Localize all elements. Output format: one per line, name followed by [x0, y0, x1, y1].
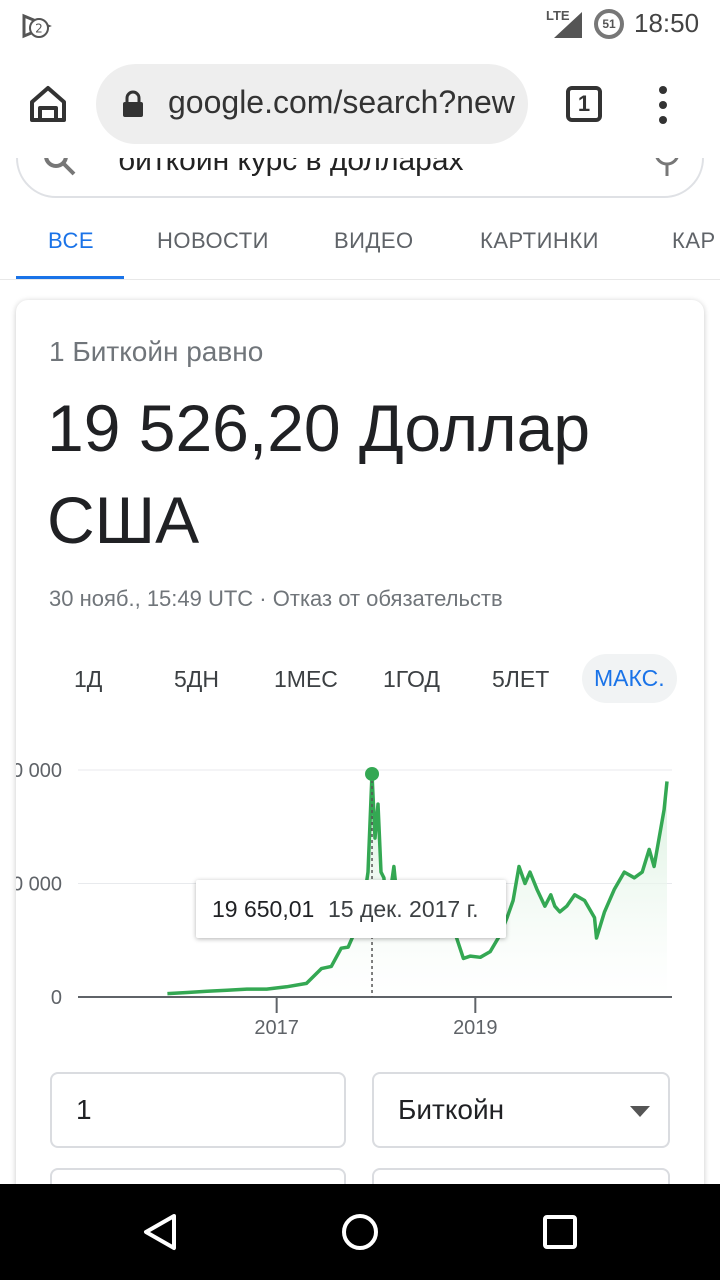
tooltip-value: 19 650,01: [212, 896, 315, 922]
x-tick-label: 2019: [453, 1017, 498, 1039]
notification-badge-icon: 2: [22, 13, 52, 39]
tab-maps[interactable]: КАР: [672, 228, 716, 254]
battery-icon: 51: [594, 9, 624, 39]
search-tabs: ВСЕ НОВОСТИ ВИДЕО КАРТИНКИ КАР: [0, 200, 720, 280]
range-1y[interactable]: 1ГОД: [383, 666, 440, 693]
tab-switcher-button[interactable]: 1: [566, 86, 602, 122]
range-max[interactable]: МАКС.: [582, 654, 677, 703]
range-selector: 1Д 5ДН 1МЕС 1ГОД 5ЛЕТ МАКС.: [16, 652, 704, 704]
search-strip: биткойн курс в долларах: [0, 158, 720, 200]
y-tick-label: 10 000: [16, 874, 62, 896]
signal-icon: [554, 12, 582, 38]
tab-images[interactable]: КАРТИНКИ: [480, 228, 599, 254]
home-nav-icon[interactable]: [340, 1212, 380, 1252]
back-icon[interactable]: [140, 1212, 180, 1252]
tooltip-date: 15 дек. 2017 г.: [328, 896, 479, 922]
range-5y[interactable]: 5ЛЕТ: [492, 666, 549, 693]
svg-text:2: 2: [35, 22, 43, 36]
converter-timestamp: 30 нояб., 15:49 UTC · Отказ от обязатель…: [49, 586, 503, 611]
amount-input[interactable]: 1: [50, 1072, 346, 1148]
x-tick-label: 2017: [254, 1017, 299, 1039]
clock: 18:50: [634, 8, 700, 38]
range-1m[interactable]: 1МЕС: [274, 666, 338, 693]
status-bar: 2 LTE 51 18:50: [0, 0, 720, 52]
browser-toolbar: google.com/search?new 1: [0, 52, 720, 158]
home-icon[interactable]: [26, 82, 70, 126]
url-text: google.com/search?new: [168, 84, 515, 120]
converter-lead: 1 Биткойн равно: [49, 336, 264, 367]
search-icon[interactable]: [42, 158, 78, 178]
currency-converter-card: 1 Биткойн равно 19 526,20 Доллар США 30 …: [16, 300, 704, 1208]
range-5d[interactable]: 5ДН: [174, 666, 219, 693]
voice-search-icon[interactable]: [652, 158, 682, 178]
system-nav-bar: [0, 1184, 720, 1280]
currency-select[interactable]: Биткойн: [372, 1072, 670, 1148]
address-bar[interactable]: google.com/search?new: [96, 64, 528, 144]
tab-news[interactable]: НОВОСТИ: [157, 228, 269, 254]
dropdown-arrow-icon: [630, 1106, 650, 1117]
active-tab-indicator: [16, 276, 124, 279]
amount-value: 1: [76, 1094, 92, 1125]
chart-tooltip: 19 650,01 15 дек. 2017 г.: [196, 880, 506, 938]
recents-icon[interactable]: [540, 1212, 580, 1252]
search-input[interactable]: биткойн курс в долларах: [16, 158, 704, 198]
currency-value: Биткойн: [398, 1094, 505, 1125]
y-tick-label: 20 000: [16, 760, 62, 782]
tab-all[interactable]: ВСЕ: [48, 228, 94, 254]
tab-video[interactable]: ВИДЕО: [334, 228, 414, 254]
range-1d[interactable]: 1Д: [74, 666, 102, 693]
tooltip-marker: [365, 766, 380, 781]
converter-result: 19 526,20 Доллар США: [47, 391, 591, 557]
overflow-menu-icon[interactable]: [656, 86, 670, 126]
lock-icon: [123, 90, 143, 117]
y-tick-label: 0: [51, 987, 62, 1009]
search-query: биткойн курс в долларах: [118, 158, 464, 177]
